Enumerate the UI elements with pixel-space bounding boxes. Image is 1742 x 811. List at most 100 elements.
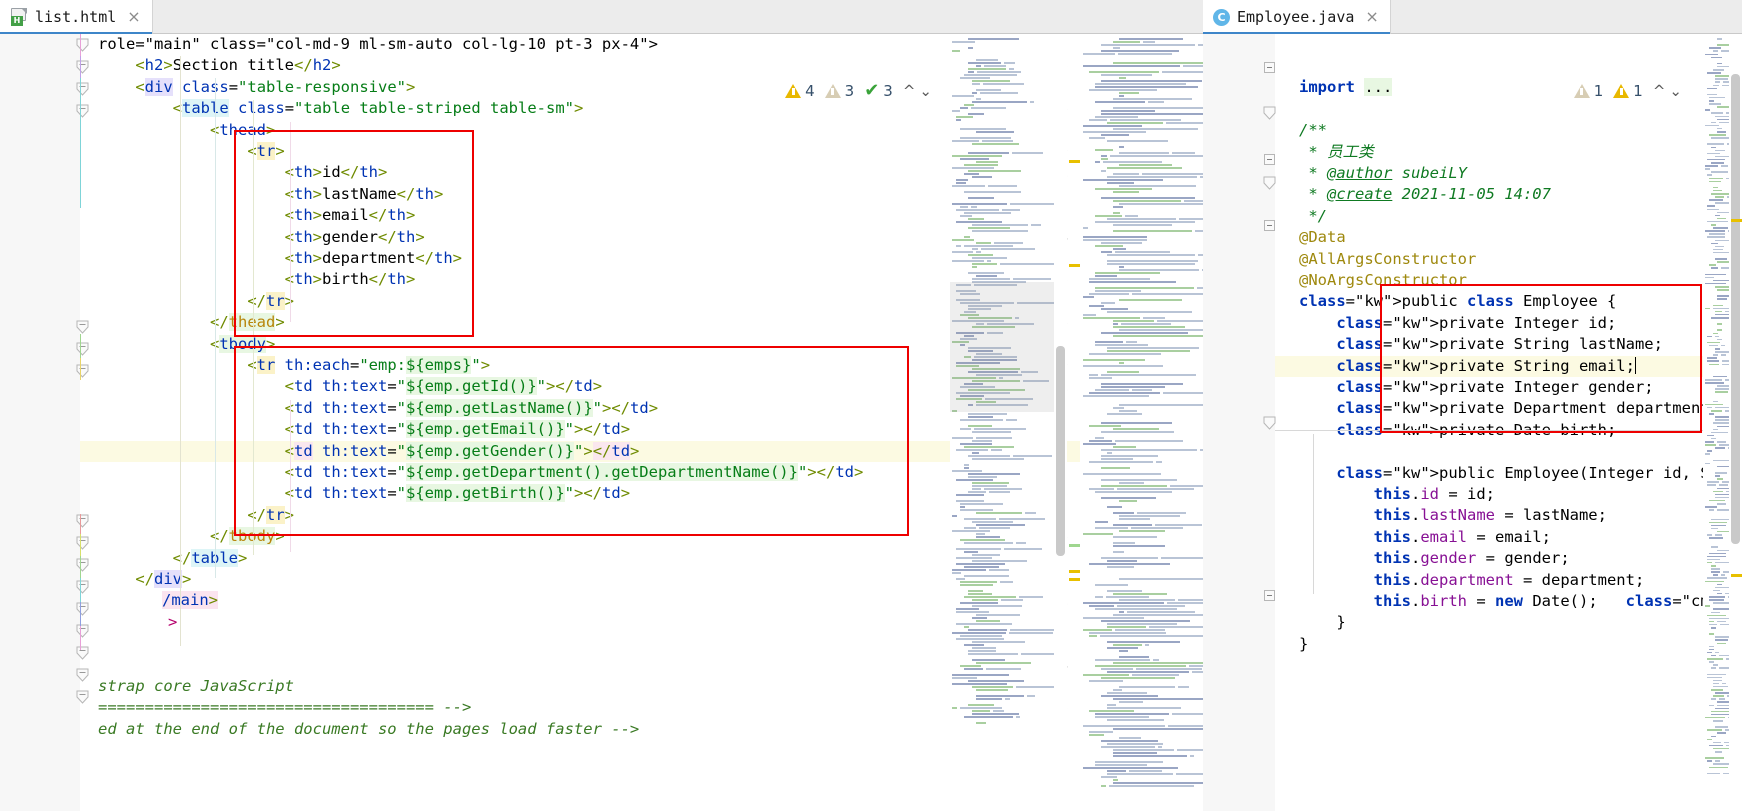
code-line[interactable]: <td th:text="${emp.getEmail()}"></td> <box>80 419 1080 440</box>
code-line[interactable]: * @author subeiLY <box>1275 163 1742 184</box>
code-line[interactable]: this.lastName = lastName; <box>1275 505 1742 526</box>
code-line[interactable]: <tr th:each="emp:${emps}"> <box>80 355 1080 376</box>
code-line[interactable] <box>1275 441 1742 462</box>
left-code-minimap[interactable] <box>950 34 1054 811</box>
code-line[interactable]: @NoArgsConstructor <box>1275 270 1742 291</box>
left-code-area[interactable]: role="main" class="col-md-9 ml-sm-auto c… <box>80 34 1080 811</box>
code-line[interactable]: class="kw">private String email; <box>1275 356 1742 377</box>
document-thumbnail[interactable] <box>1080 34 1203 811</box>
indent-guide <box>253 100 254 555</box>
code-line[interactable]: <td th:text="${emp.getGender()}"></td> <box>80 441 1080 462</box>
ok-marker <box>1069 544 1080 547</box>
code-line[interactable]: </thead> <box>80 312 1080 333</box>
code-line[interactable]: </div> <box>80 569 1080 590</box>
code-line[interactable]: class="kw">private Integer gender; <box>1275 377 1742 398</box>
fold-minus-icon[interactable] <box>1264 590 1275 601</box>
code-line[interactable]: <td th:text="${emp.getBirth()}"></td> <box>80 483 1080 504</box>
indent-guide <box>1313 434 1314 594</box>
warning-marker <box>1731 574 1742 577</box>
tab-employee-java[interactable]: C Employee.java × <box>1203 0 1391 34</box>
code-line[interactable]: <th>lastName</th> <box>80 184 1080 205</box>
chevron-up-icon[interactable]: ^ <box>903 84 916 99</box>
close-icon[interactable]: × <box>1365 9 1378 25</box>
code-line[interactable]: class="kw">private String lastName; <box>1275 334 1742 355</box>
right-inspection-widget[interactable]: 1 1 ^ ⌄ <box>1570 80 1686 102</box>
code-line[interactable]: <tr> <box>80 141 1080 162</box>
code-line[interactable]: </table> <box>80 548 1080 569</box>
code-line[interactable] <box>1275 56 1742 77</box>
left-vertical-scrollbar[interactable] <box>1054 34 1067 811</box>
right-code-area[interactable]: import .../** * 员工类 * @author subeiLY * … <box>1275 34 1742 811</box>
code-line[interactable]: <thead> <box>80 120 1080 141</box>
right-code-minimap[interactable] <box>1703 34 1729 811</box>
code-line[interactable]: <th>email</th> <box>80 205 1080 226</box>
chevron-down-icon[interactable]: ⌄ <box>919 84 932 99</box>
tab-label: Employee.java <box>1237 8 1354 26</box>
fold-minus-icon[interactable] <box>1264 154 1275 165</box>
code-line[interactable]: } <box>1275 612 1742 633</box>
code-line[interactable]: <th>department</th> <box>80 248 1080 269</box>
code-line[interactable]: <h2>Section title</h2> <box>80 55 1080 76</box>
left-editor-tabstrip: H list.html × <box>0 0 1203 34</box>
code-line[interactable]: /main> <box>80 590 1080 611</box>
tab-label: list.html <box>35 8 116 26</box>
code-line[interactable]: <tbody> <box>80 334 1080 355</box>
right-marker-track <box>1729 34 1742 811</box>
left-inspection-widget[interactable]: 4 3 ✔ 3 ^ ⌄ <box>781 80 936 102</box>
weak-warning-count: 1 <box>1594 82 1604 100</box>
code-line[interactable]: <td th:text="${emp.getLastName()}"></td> <box>80 398 1080 419</box>
right-editor-preview-strip[interactable] <box>1080 34 1203 811</box>
right-editor-tabstrip: C Employee.java × <box>1203 0 1742 34</box>
code-line[interactable]: <td th:text="${emp.getId()}"></td> <box>80 376 1080 397</box>
warning-count: 1 <box>1633 82 1643 100</box>
method-separator <box>1275 430 1712 431</box>
code-line[interactable]: </tr> <box>80 291 1080 312</box>
code-line[interactable]: role="main" class="col-md-9 ml-sm-auto c… <box>80 34 1080 55</box>
code-line[interactable] <box>80 655 1080 676</box>
code-line[interactable]: } <box>1275 634 1742 655</box>
tab-list-html[interactable]: H list.html × <box>0 0 153 34</box>
warning-triangle-icon <box>785 84 801 98</box>
warning-marker <box>1731 219 1742 222</box>
weak-warning-triangle-icon <box>825 84 841 98</box>
code-line[interactable]: this.department = department; <box>1275 570 1742 591</box>
code-line[interactable]: @Data <box>1275 227 1742 248</box>
code-line[interactable]: class="kw">private Department department… <box>1275 398 1742 419</box>
code-line[interactable] <box>1275 655 1742 676</box>
scrollbar-thumb[interactable] <box>1056 346 1065 556</box>
code-line[interactable]: class="kw">private Integer id; <box>1275 313 1742 334</box>
fold-plus-icon[interactable] <box>1264 62 1275 73</box>
code-line[interactable]: > <box>80 612 1080 633</box>
code-line[interactable]: <th>id</th> <box>80 162 1080 183</box>
code-line[interactable]: </tbody> <box>80 526 1080 547</box>
code-line[interactable]: <th>birth</th> <box>80 269 1080 290</box>
code-line[interactable] <box>1275 99 1742 120</box>
code-line[interactable]: this.gender = gender; <box>1275 548 1742 569</box>
code-line[interactable]: @AllArgsConstructor <box>1275 249 1742 270</box>
code-line[interactable]: * @create 2021-11-05 14:07 <box>1275 184 1742 205</box>
indent-guide <box>290 400 291 552</box>
code-line[interactable]: </tr> <box>80 505 1080 526</box>
code-line[interactable]: <th>gender</th> <box>80 227 1080 248</box>
fold-minus-icon[interactable] <box>1264 220 1275 231</box>
code-line[interactable]: */ <box>1275 206 1742 227</box>
code-line[interactable]: class="kw">public Employee(Integer id, S… <box>1275 463 1742 484</box>
code-line[interactable]: ed at the end of the document so the pag… <box>80 719 1080 740</box>
chevron-down-icon[interactable]: ⌄ <box>1669 84 1682 99</box>
code-line[interactable]: this.birth = new Date(); class="cmt">// <box>1275 591 1742 612</box>
code-line[interactable]: ==================================== --> <box>80 697 1080 718</box>
code-line[interactable] <box>80 633 1080 654</box>
close-icon[interactable]: × <box>127 9 140 25</box>
code-line[interactable]: strap core JavaScript <box>80 676 1080 697</box>
code-line[interactable]: this.email = email; <box>1275 527 1742 548</box>
code-line[interactable]: <td th:text="${emp.getDepartment().getDe… <box>80 462 1080 483</box>
java-class-icon: C <box>1213 9 1230 26</box>
code-line[interactable]: this.id = id; <box>1275 484 1742 505</box>
code-line[interactable]: /** <box>1275 120 1742 141</box>
code-line[interactable]: class="kw">public class Employee { <box>1275 291 1742 312</box>
chevron-up-icon[interactable]: ^ <box>1653 84 1666 99</box>
code-line[interactable]: * 员工类 <box>1275 142 1742 163</box>
ok-count: 3 <box>883 82 893 100</box>
indent-guide <box>290 122 291 322</box>
right-editor-pane: 2389101112131415161718192021222324252627… <box>1203 34 1742 811</box>
